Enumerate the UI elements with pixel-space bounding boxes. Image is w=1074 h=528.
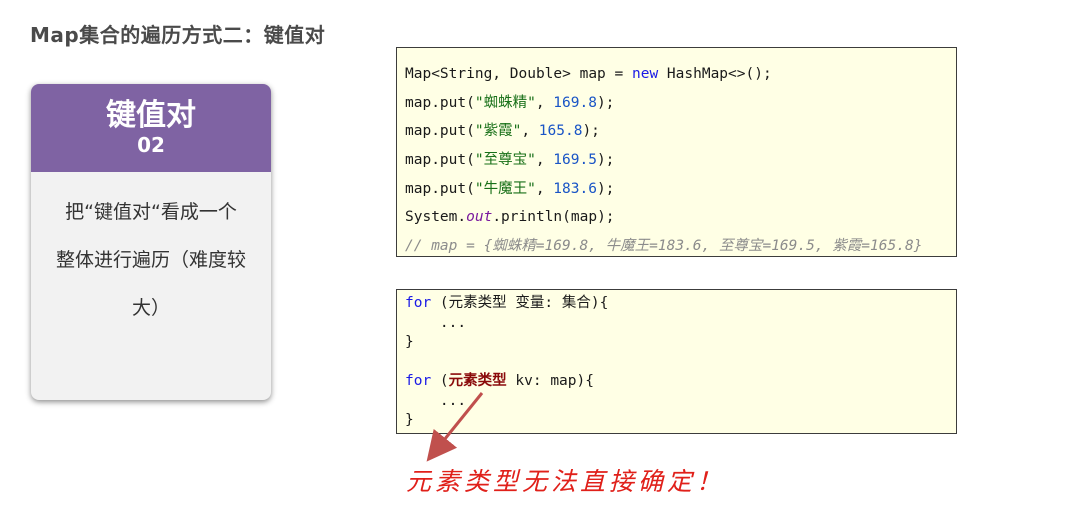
code-token: "紫霞" xyxy=(474,123,522,140)
code-token: ); xyxy=(596,152,615,169)
code-token: System. xyxy=(405,209,467,226)
code-token: map.put( xyxy=(405,94,475,111)
code-token: "牛魔王" xyxy=(474,180,536,197)
code-token: , xyxy=(535,180,554,197)
code-line: map.put("蜘蛛精", 169.8); xyxy=(405,89,956,118)
code-token: 169.5 xyxy=(553,152,597,169)
code-line: Map<String, Double> map = new HashMap<>(… xyxy=(405,60,956,89)
code-line: for (元素类型 kv: map){ xyxy=(405,372,956,392)
code-line: map.put("至尊宝", 169.5); xyxy=(405,146,956,175)
code-token: "至尊宝" xyxy=(474,152,536,169)
card-heading: 键值对 xyxy=(106,98,196,133)
code-token: ( xyxy=(431,373,449,389)
code-line: } xyxy=(405,333,956,353)
annotation-text: 元素类型无法直接确定！ xyxy=(406,467,726,496)
code-token: for xyxy=(405,295,432,311)
code-token: } xyxy=(405,412,414,428)
code-line: System.out.println(map); xyxy=(405,203,956,232)
code-token: 183.6 xyxy=(553,180,597,197)
code-token: // map = {蜘蛛精=169.8, 牛魔王=183.6, 至尊宝=169.… xyxy=(405,238,923,255)
code-line: ... xyxy=(405,314,956,334)
code-token: Map<String, Double> map = xyxy=(405,66,632,82)
code-line: // map = {蜘蛛精=169.8, 牛魔王=183.6, 至尊宝=169.… xyxy=(405,232,956,261)
code-block-for-loop: for (元素类型 变量: 集合){ ...} for (元素类型 kv: map… xyxy=(396,289,957,434)
code-token: map.put( xyxy=(405,152,475,169)
code-token: (元素类型 变量: 集合){ xyxy=(431,295,609,311)
code-token: , xyxy=(535,94,554,111)
code-token: out xyxy=(466,209,493,226)
code-token: ... xyxy=(405,392,467,409)
card-body-line: 把“键值对“看成一个 xyxy=(65,201,237,223)
code-token: new xyxy=(631,66,659,82)
code-token: for xyxy=(405,373,432,389)
code-token: ); xyxy=(582,123,600,140)
code-token: ... xyxy=(405,314,467,331)
code-token: HashMap<>(); xyxy=(658,66,772,82)
code-line: } xyxy=(405,411,956,431)
code-token: ); xyxy=(596,94,615,111)
code-token: 元素类型 xyxy=(448,373,507,389)
code-line: map.put("紫霞", 165.8); xyxy=(405,117,956,146)
card-body-line: 整体进行遍历（难度较 xyxy=(55,249,246,271)
code-line: map.put("牛魔王", 183.6); xyxy=(405,175,956,204)
code-line: for (元素类型 变量: 集合){ xyxy=(405,294,956,314)
code-token: .println(map); xyxy=(492,209,615,226)
code-token: map.put( xyxy=(405,180,475,197)
code-block-map-put: Map<String, Double> map = new HashMap<>(… xyxy=(396,47,957,257)
card-body: 把“键值对“看成一个 整体进行遍历（难度较 大） xyxy=(31,172,271,332)
code-token: 169.8 xyxy=(553,94,597,111)
card-header: 键值对 02 xyxy=(31,84,271,172)
card-number: 02 xyxy=(137,133,165,157)
code-line: ... xyxy=(405,392,956,412)
code-token: kv: map){ xyxy=(506,373,594,389)
page-title: Map集合的遍历方式二：键值对 xyxy=(30,23,326,47)
card-body-line: 大） xyxy=(131,297,170,319)
code-token: ); xyxy=(596,180,615,197)
code-token: 165.8 xyxy=(538,123,583,140)
code-token: , xyxy=(521,123,539,140)
code-token: , xyxy=(535,152,554,169)
code-token: } xyxy=(405,334,414,350)
method-card: 键值对 02 把“键值对“看成一个 整体进行遍历（难度较 大） xyxy=(31,84,271,400)
slide: Map集合的遍历方式二：键值对 键值对 02 把“键值对“看成一个 整体进行遍历… xyxy=(0,0,1074,528)
code-token: map.put( xyxy=(405,123,475,140)
code-token: "蜘蛛精" xyxy=(474,94,536,111)
